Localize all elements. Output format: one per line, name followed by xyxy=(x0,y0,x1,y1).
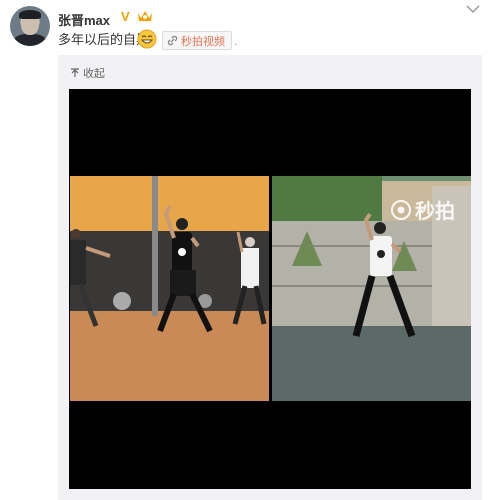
collapse-button[interactable]: 收起 xyxy=(70,65,105,81)
video-frame-left xyxy=(70,176,269,401)
post-text: 多年以后的自黑 xyxy=(58,32,150,47)
miaopai-logo-icon xyxy=(391,199,411,220)
chevron-down-icon[interactable] xyxy=(466,4,480,14)
avatar-hair xyxy=(19,10,41,19)
grin-emoji-icon xyxy=(137,29,157,49)
avatar[interactable] xyxy=(10,6,50,46)
vip-crown-icon[interactable] xyxy=(137,9,153,23)
miaopai-watermark: 秒拍 xyxy=(390,195,455,224)
username-link[interactable]: 张晋max xyxy=(58,10,110,29)
video-link-label: 秒拍视频 xyxy=(181,35,225,48)
watermark-text: 秒拍 xyxy=(415,201,455,223)
link-icon xyxy=(167,35,178,46)
avatar-shirt xyxy=(14,34,46,46)
video-link[interactable]: 秒拍视频 xyxy=(162,31,232,50)
trailing-dot: . xyxy=(234,34,238,48)
collapse-label: 收起 xyxy=(83,68,105,80)
verified-icon[interactable]: V xyxy=(121,10,135,24)
collapse-arrow-icon xyxy=(71,68,79,77)
